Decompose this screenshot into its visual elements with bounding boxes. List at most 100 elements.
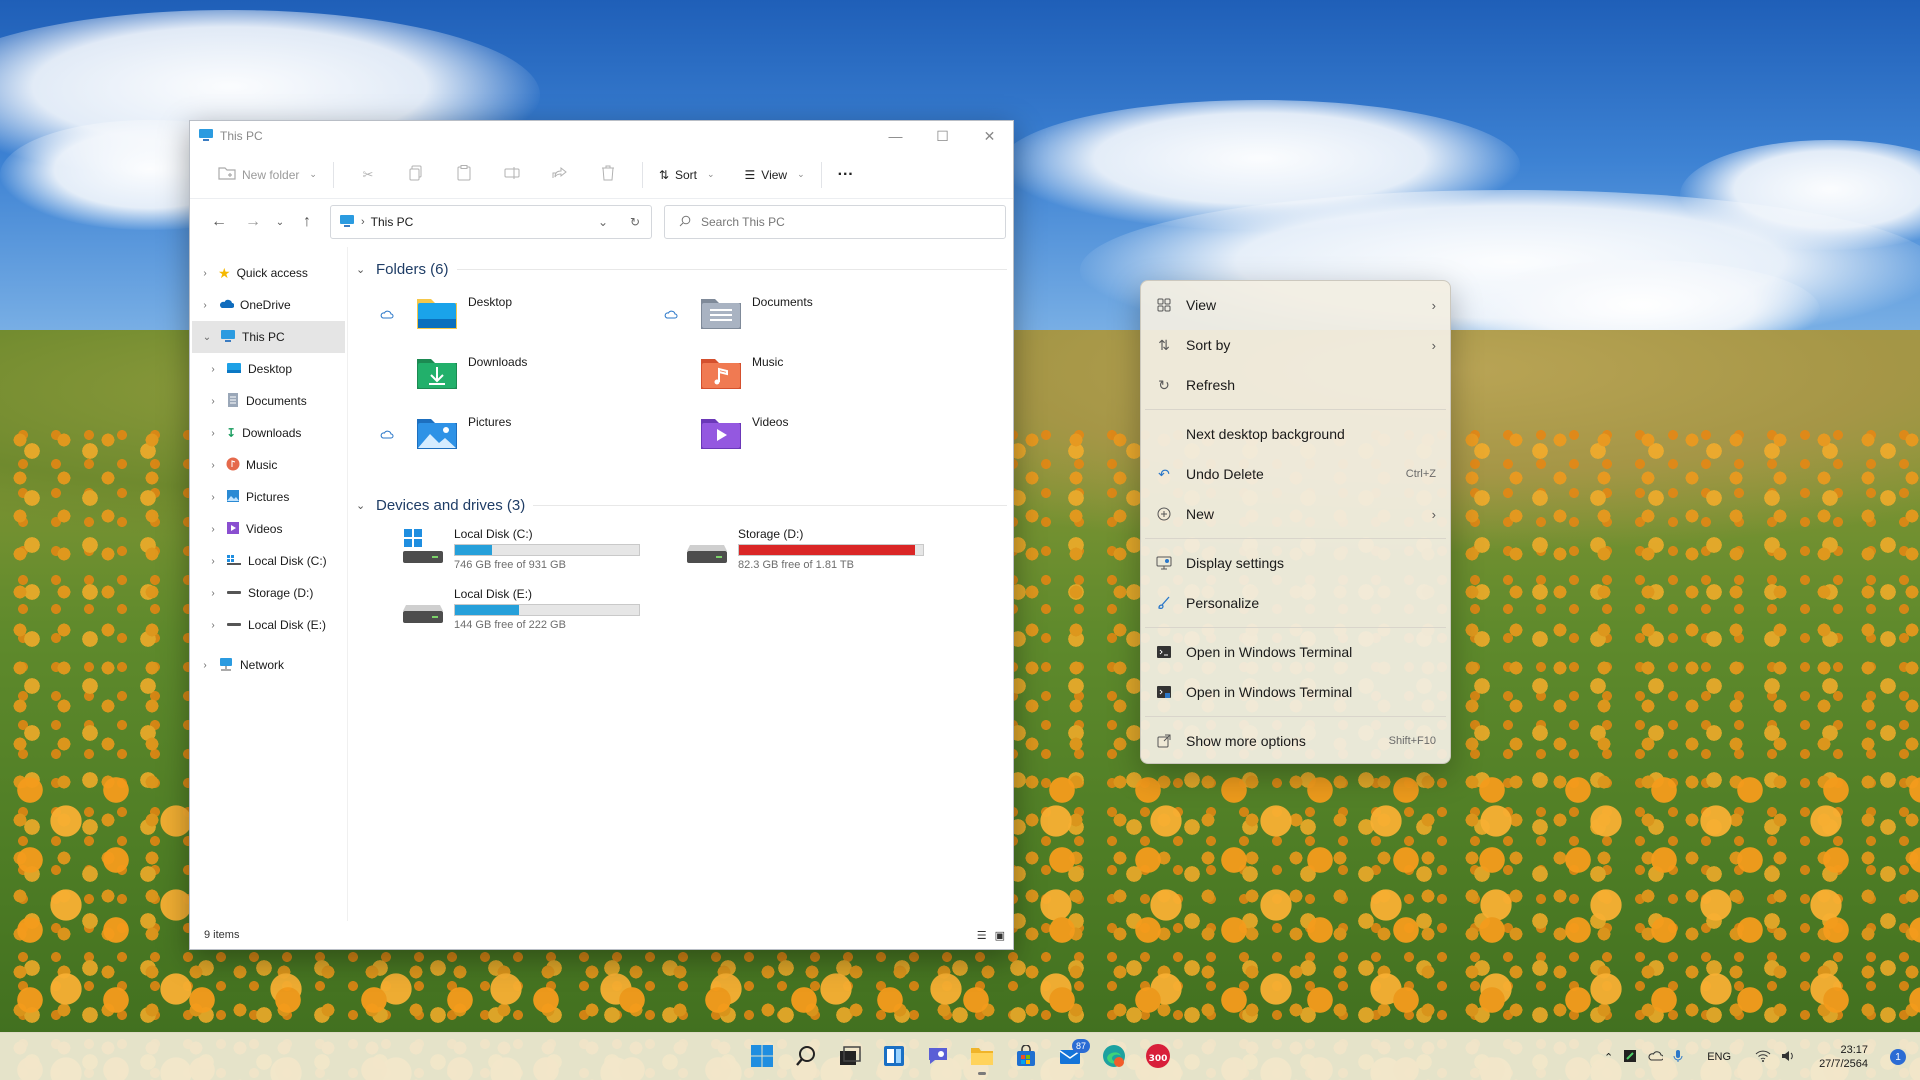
file-explorer-button[interactable]: [962, 1037, 1002, 1077]
chat-button[interactable]: [918, 1037, 958, 1077]
forward-button[interactable]: →: [236, 207, 270, 237]
title-bar[interactable]: This PC — ☐ ✕: [190, 121, 1013, 151]
pictures-folder-icon: [416, 415, 458, 454]
menu-item-show-more-options[interactable]: Show more options Shift+F10: [1141, 721, 1450, 761]
nav-item-local-disk-c[interactable]: › Local Disk (C:): [190, 545, 347, 577]
onedrive-cloud-icon[interactable]: [1647, 1050, 1665, 1064]
chevron-right-icon[interactable]: ›: [206, 492, 220, 503]
tiles-view-button[interactable]: ▣: [995, 929, 1005, 942]
chevron-right-icon[interactable]: ›: [198, 300, 212, 311]
start-button[interactable]: [742, 1037, 782, 1077]
refresh-button[interactable]: ↻: [619, 215, 651, 229]
drives-section-header[interactable]: ⌄ Devices and drives (3): [356, 491, 1013, 519]
nav-item-music[interactable]: › Music: [190, 449, 347, 481]
chevron-right-icon[interactable]: ›: [198, 660, 212, 671]
nav-item-downloads[interactable]: › ↧ Downloads: [190, 417, 347, 449]
delete-button[interactable]: [584, 159, 632, 191]
drive-local-disk-e[interactable]: Local Disk (E:) 144 GB free of 222 GB: [402, 587, 640, 631]
nav-item-pictures[interactable]: › Pictures: [190, 481, 347, 513]
menu-item-next-background[interactable]: Next desktop background: [1141, 414, 1450, 454]
cut-button[interactable]: ✂: [344, 159, 392, 191]
copy-button[interactable]: [392, 159, 440, 191]
search-button[interactable]: [786, 1037, 826, 1077]
drive-label: Local Disk (E:): [454, 587, 533, 601]
folder-music[interactable]: Music: [700, 355, 783, 394]
up-button[interactable]: ↑: [290, 207, 324, 237]
back-button[interactable]: ←: [202, 207, 236, 237]
edge-button[interactable]: [1094, 1037, 1134, 1077]
chevron-right-icon[interactable]: ›: [206, 556, 220, 567]
drive-local-disk-c[interactable]: Local Disk (C:) 746 GB free of 931 GB: [402, 527, 640, 571]
nav-item-local-disk-e[interactable]: › Local Disk (E:): [190, 609, 347, 641]
chevron-right-icon[interactable]: ›: [206, 364, 220, 375]
file-explorer-window[interactable]: This PC — ☐ ✕ New folder ⌄ ✂ ⇅ Sort ⌄ ☰: [189, 120, 1014, 950]
chevron-right-icon[interactable]: ›: [206, 620, 220, 631]
new-folder-button[interactable]: New folder ⌄: [212, 159, 323, 191]
folder-desktop[interactable]: Desktop: [380, 295, 513, 334]
nav-item-storage-d[interactable]: › Storage (D:): [190, 577, 347, 609]
recent-locations-button[interactable]: ⌄: [270, 207, 290, 237]
chevron-down-icon[interactable]: ⌄: [356, 263, 368, 276]
menu-item-personalize[interactable]: Personalize: [1141, 583, 1450, 623]
sort-button[interactable]: ⇅ Sort ⌄: [653, 159, 721, 191]
menu-item-new[interactable]: New ›: [1141, 494, 1450, 534]
folder-label: Desktop: [468, 295, 513, 309]
menu-item-open-terminal-admin[interactable]: Open in Windows Terminal: [1141, 672, 1450, 712]
breadcrumb-this-pc[interactable]: This PC: [371, 215, 414, 229]
tiles-view-icon: ▣: [994, 929, 1005, 942]
menu-item-open-terminal[interactable]: Open in Windows Terminal: [1141, 632, 1450, 672]
maximize-button[interactable]: ☐: [919, 121, 966, 151]
chevron-right-icon[interactable]: ›: [206, 524, 220, 535]
input-language-indicator[interactable]: ENG: [1707, 1051, 1731, 1063]
rename-button[interactable]: [488, 159, 536, 191]
more-options-button[interactable]: ···: [832, 159, 860, 191]
folder-pictures[interactable]: Pictures: [380, 415, 511, 454]
microphone-icon[interactable]: [1673, 1049, 1683, 1066]
view-button[interactable]: ☰ View ⌄: [739, 159, 811, 191]
tray-app-icon[interactable]: [1623, 1049, 1637, 1066]
details-view-button[interactable]: ☰: [977, 929, 987, 942]
widgets-button[interactable]: [874, 1037, 914, 1077]
blank-icon: [1155, 425, 1173, 443]
nav-item-videos[interactable]: › Videos: [190, 513, 347, 545]
nav-item-desktop[interactable]: › Desktop: [190, 353, 347, 385]
paste-button[interactable]: [440, 159, 488, 191]
nav-item-documents[interactable]: › Documents: [190, 385, 347, 417]
chevron-right-icon[interactable]: ›: [206, 460, 220, 471]
folders-section-header[interactable]: ⌄ Folders (6): [356, 255, 1013, 283]
chevron-right-icon[interactable]: ›: [198, 268, 212, 279]
volume-icon[interactable]: [1781, 1050, 1795, 1065]
nav-item-quick-access[interactable]: › ★ Quick access: [190, 257, 347, 289]
mail-button[interactable]: 87: [1050, 1037, 1090, 1077]
menu-item-undo-delete[interactable]: ↶ Undo Delete Ctrl+Z: [1141, 454, 1450, 494]
nav-item-network[interactable]: › Network: [190, 649, 347, 681]
menu-item-view[interactable]: View ›: [1141, 285, 1450, 325]
nav-item-this-pc[interactable]: ⌄ This PC: [192, 321, 345, 353]
menu-item-refresh[interactable]: ↻ Refresh: [1141, 365, 1450, 405]
chevron-right-icon[interactable]: ›: [206, 396, 220, 407]
show-hidden-icons-button[interactable]: ⌃: [1604, 1051, 1613, 1064]
share-button[interactable]: [536, 159, 584, 191]
drive-storage-d[interactable]: Storage (D:) 82.3 GB free of 1.81 TB: [686, 527, 924, 571]
wifi-icon[interactable]: [1755, 1050, 1771, 1065]
chevron-down-icon[interactable]: ⌄: [356, 499, 368, 512]
nav-item-onedrive[interactable]: › OneDrive: [190, 289, 347, 321]
chevron-down-icon[interactable]: ⌄: [200, 332, 214, 343]
app-300-button[interactable]: 300: [1138, 1037, 1178, 1077]
search-box[interactable]: Search This PC: [664, 205, 1006, 239]
task-view-button[interactable]: [830, 1037, 870, 1077]
menu-item-sort-by[interactable]: ⇅ Sort by ›: [1141, 325, 1450, 365]
store-button[interactable]: [1006, 1037, 1046, 1077]
taskbar-clock[interactable]: 23:17 27/7/2564: [1819, 1043, 1868, 1071]
close-button[interactable]: ✕: [966, 121, 1013, 151]
notification-badge[interactable]: 1: [1890, 1049, 1906, 1065]
folder-documents[interactable]: Documents: [664, 295, 813, 334]
chevron-right-icon[interactable]: ›: [206, 428, 220, 439]
address-bar[interactable]: › This PC ⌄ ↻: [330, 205, 652, 239]
menu-item-display-settings[interactable]: Display settings: [1141, 543, 1450, 583]
folder-downloads[interactable]: Downloads: [416, 355, 527, 394]
chevron-right-icon[interactable]: ›: [206, 588, 220, 599]
address-history-button[interactable]: ⌄: [587, 215, 619, 229]
minimize-button[interactable]: —: [872, 121, 919, 151]
folder-videos[interactable]: Videos: [700, 415, 788, 454]
